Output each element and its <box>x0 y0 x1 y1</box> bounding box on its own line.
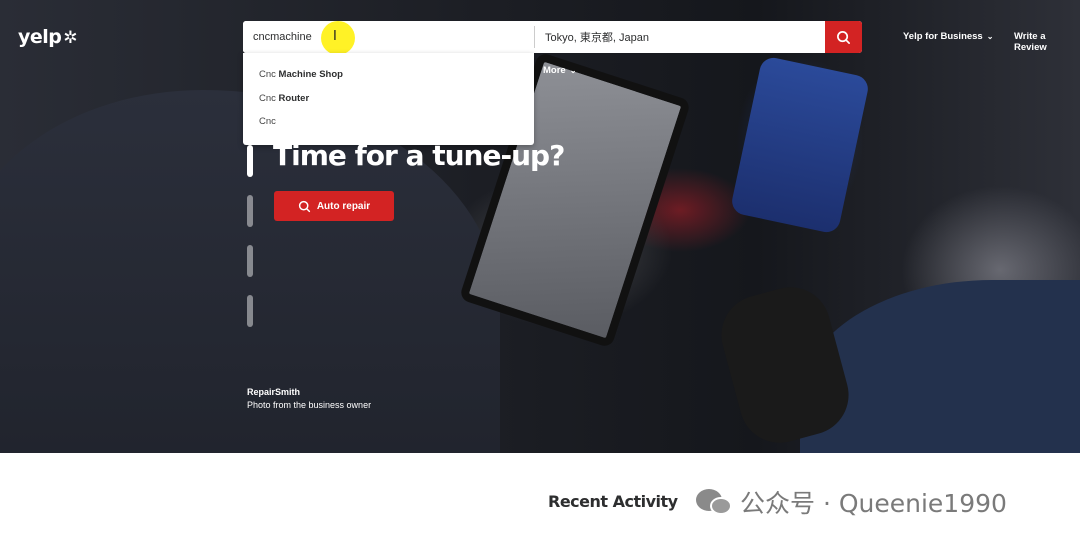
search-button[interactable] <box>825 21 862 53</box>
slide-indicator-segment[interactable] <box>247 295 253 327</box>
photo-credit-business[interactable]: RepairSmith <box>247 387 300 397</box>
near-input[interactable] <box>535 21 825 53</box>
find-input[interactable] <box>243 21 534 53</box>
hero-banner: yelp✲ I Cnc Machine Shop Cnc Router Cnc … <box>0 0 1080 453</box>
recent-activity-heading: Recent Activity <box>548 492 678 511</box>
suggestion-prefix: Cnc <box>259 92 276 104</box>
suggestion-rest: Router <box>275 92 310 104</box>
chevron-down-icon: ⌄ <box>569 66 577 75</box>
auto-repair-button[interactable]: Auto repair <box>274 191 394 221</box>
suggestion-item[interactable]: Cnc Router <box>243 87 534 111</box>
watermark-text: 公众号 · Queenie1990 <box>740 489 1007 518</box>
search-icon <box>837 30 850 44</box>
text-cursor-icon: I <box>333 29 337 44</box>
chevron-down-icon: ⌄ <box>986 32 994 41</box>
wechat-icon <box>696 487 732 517</box>
slide-indicator <box>247 145 253 327</box>
write-review-link[interactable]: Write a Review <box>1014 31 1080 53</box>
more-menu[interactable]: More ⌄ <box>543 65 576 76</box>
hero-headline: Time for a tune-up? <box>273 139 565 172</box>
logo-text: yelp <box>18 26 62 48</box>
auto-repair-label: Auto repair <box>316 200 371 212</box>
slide-indicator-segment[interactable] <box>247 145 253 177</box>
slide-indicator-segment[interactable] <box>247 195 253 227</box>
suggestion-rest: Machine Shop <box>275 69 343 80</box>
suggestion-prefix: Cnc <box>259 69 276 80</box>
yelp-for-business-menu[interactable]: Yelp for Business ⌄ <box>903 31 993 42</box>
more-label: More <box>543 65 566 76</box>
yelp-logo[interactable]: yelp ✲ <box>18 26 78 48</box>
hero-photo-multimeter <box>729 55 871 235</box>
search-icon <box>298 200 310 212</box>
yelp-burst-icon: ✲ <box>63 28 78 48</box>
suggestion-item[interactable]: Cnc Machine Shop <box>243 63 534 87</box>
write-review-label: Write a Review <box>1014 31 1047 53</box>
suggestion-prefix: Cnc <box>259 116 276 127</box>
photo-credit-note: Photo from the business owner <box>247 400 372 410</box>
cursor-highlight <box>321 21 355 55</box>
slide-indicator-segment[interactable] <box>247 245 253 277</box>
autocomplete-dropdown: Cnc Machine Shop Cnc Router Cnc <box>243 53 534 145</box>
suggestion-item[interactable]: Cnc <box>243 110 534 134</box>
watermark: 公众号 · Queenie1990 <box>696 484 1007 520</box>
yelp-for-business-label: Yelp for Business <box>903 31 983 42</box>
